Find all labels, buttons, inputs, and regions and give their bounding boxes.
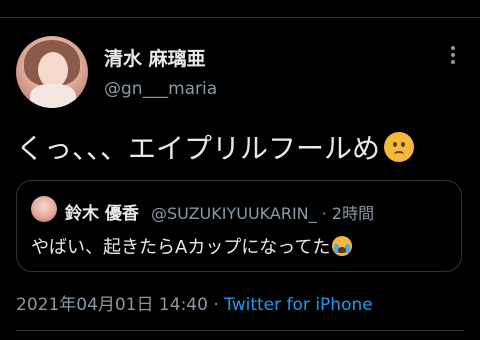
quoted-author-display-name: 鈴木 優香 [65,204,139,224]
quoted-tweet-text-body: やばい、起きたらAカップになってた [31,237,331,258]
tweet-timestamp[interactable]: 2021年04月01日 14:40 [16,295,208,315]
quoted-author-avatar [31,196,57,222]
author-display-name[interactable]: 清水 麻璃亜 [104,44,206,71]
author-handle[interactable]: @gn___maria [104,79,217,99]
quoted-time-ago: 2時間 [331,204,375,223]
author-avatar[interactable] [16,36,88,108]
quoted-author-meta: @SUZUKIYUUKARIN_ · 2時間 [151,200,374,224]
top-divider [0,17,480,18]
loudly-crying-face-icon [332,236,353,256]
tweet-meta: 2021年04月01日 14:40 · Twitter for iPhone [16,290,373,315]
quoted-tweet-card[interactable]: 鈴木 優香 @SUZUKIYUUKARIN_ · 2時間 やばい、起きたらAカッ… [16,180,462,272]
more-options-icon[interactable] [448,46,458,68]
quoted-author-handle: @SUZUKIYUUKARIN_ [151,204,317,223]
bottom-divider [16,330,464,331]
quoted-tweet-text: やばい、起きたらAカップになってた [31,233,353,259]
tweet-source-link[interactable]: Twitter for iPhone [224,295,373,315]
quoted-meta-separator: · [316,204,332,223]
avatar-face [38,52,68,88]
meta-separator: · [207,295,225,315]
tweet-text-body: くっ、、、エイプリルフールめ [16,132,381,165]
tweet-text: くっ、、、エイプリルフールめ [16,127,415,167]
avatar-body [30,84,76,108]
confused-face-icon [384,132,415,162]
